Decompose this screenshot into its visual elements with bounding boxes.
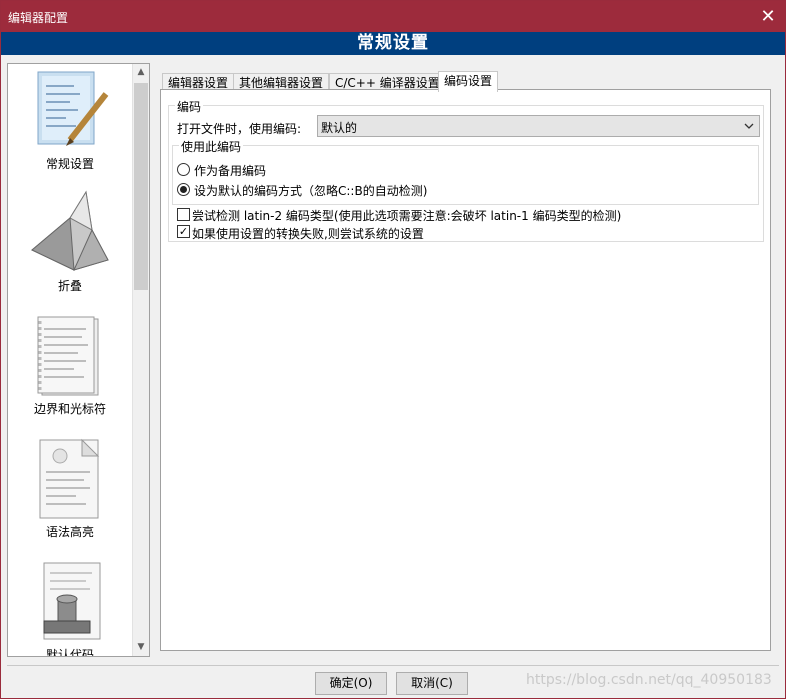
sidebar-item-folding[interactable]: 折叠	[8, 188, 132, 308]
category-sidebar[interactable]: 常规设置 折叠 边界和光标符 语法高亮 默认代码 ▲ ▼	[7, 63, 150, 657]
section-header: 常规设置	[1, 32, 785, 55]
checkbox-fallback-label[interactable]: 如果使用设置的转换失败,则尝试系统的设置	[192, 225, 424, 242]
bottom-separator	[7, 665, 779, 666]
editor-config-window: 编辑器配置 ✕ 常规设置 常规设置 折叠 边界和光标符 语法高亮 默认代码 ▲ …	[0, 0, 786, 699]
sidebar-item-margins[interactable]: 边界和光标符	[8, 311, 132, 431]
sidebar-item-default-code[interactable]: 默认代码	[8, 557, 132, 657]
checkbox-latin2-label[interactable]: 尝试检测 latin-2 编码类型(使用此选项需要注意:会破坏 latin-1 …	[192, 207, 621, 224]
scroll-up-icon[interactable]: ▲	[133, 64, 149, 81]
folding-icon	[31, 190, 109, 271]
radio-default-label[interactable]: 设为默认的编码方式（忽略C::B的自动检测)	[194, 182, 427, 199]
window-title: 编辑器配置	[8, 11, 69, 25]
cancel-button[interactable]: 取消(C)	[396, 672, 468, 695]
watermark-text: https://blog.csdn.net/qq_40950183	[526, 672, 772, 688]
sidebar-label: 折叠	[57, 279, 82, 293]
chevron-down-icon	[744, 123, 754, 129]
sidebar-scrollbar[interactable]: ▲ ▼	[132, 64, 149, 656]
open-file-encoding-label: 打开文件时，使用编码:	[177, 122, 302, 136]
sidebar-label: 默认代码	[45, 648, 94, 657]
margins-icon	[37, 316, 99, 396]
radio-default-encoding[interactable]	[177, 183, 190, 196]
syntax-highlight-icon	[39, 438, 100, 519]
encoding-select[interactable]: 默认的	[317, 115, 760, 137]
sidebar-item-general[interactable]: 常规设置	[8, 66, 132, 186]
sidebar-label: 语法高亮	[45, 525, 94, 539]
checkbox-latin2[interactable]	[177, 208, 190, 221]
encoding-select-value: 默认的	[321, 121, 358, 135]
group-title: 使用此编码	[179, 138, 244, 155]
sidebar-label: 边界和光标符	[33, 402, 106, 416]
ok-button[interactable]: 确定(O)	[315, 672, 387, 695]
group-title: 编码	[175, 98, 204, 115]
checkbox-fallback[interactable]: ✓	[177, 225, 190, 238]
default-code-icon	[43, 562, 101, 640]
scroll-down-icon[interactable]: ▼	[133, 639, 149, 656]
title-bar: 编辑器配置 ✕	[1, 1, 785, 32]
scroll-thumb[interactable]	[134, 83, 148, 290]
tab-encoding-settings[interactable]: 编码设置	[438, 71, 499, 92]
radio-backup-encoding[interactable]	[177, 163, 190, 176]
sidebar-label: 常规设置	[45, 157, 94, 171]
close-icon[interactable]: ✕	[751, 1, 785, 32]
sidebar-item-syntax[interactable]: 语法高亮	[8, 434, 132, 554]
general-settings-icon	[37, 71, 109, 146]
radio-backup-label[interactable]: 作为备用编码	[194, 162, 266, 179]
